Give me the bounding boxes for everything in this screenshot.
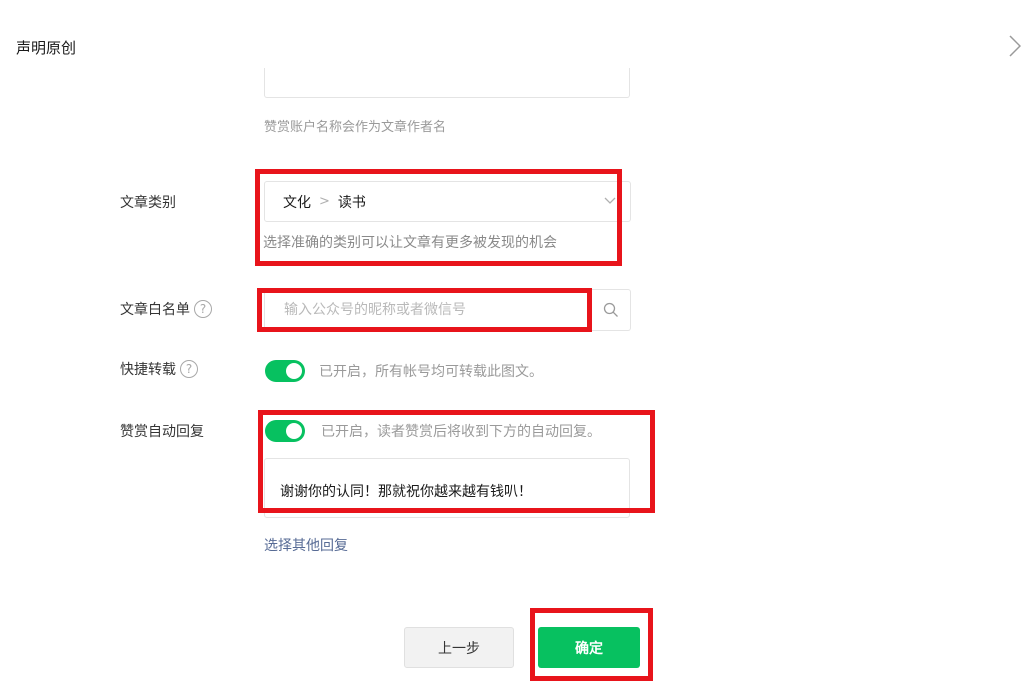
whitelist-label-text: 文章白名单 <box>120 302 190 318</box>
category-label-text: 文章类别 <box>120 195 176 211</box>
whitelist-label: 文章白名单 ? <box>120 299 212 319</box>
original-declaration-dialog: 声明原创 赞赏账户名称会作为文章作者名 文章类别 文化 > 读书 选择准确的类别… <box>0 0 1021 681</box>
reward-account-input[interactable] <box>264 68 630 98</box>
category-secondary: 读书 <box>337 194 366 211</box>
search-button[interactable] <box>592 289 631 331</box>
page-title: 声明原创 <box>16 39 77 57</box>
auto-reply-message[interactable]: 谢谢你的认同！那就祝你越来越有钱叭！ <box>264 458 630 518</box>
confirm-button[interactable]: 确定 <box>538 627 640 668</box>
category-select[interactable]: 文化 > 读书 <box>264 181 631 222</box>
category-label: 文章类别 <box>120 192 176 212</box>
search-icon <box>603 302 618 317</box>
auto-reply-label: 赞赏自动回复 <box>120 421 204 441</box>
previous-step-button[interactable]: 上一步 <box>404 627 514 668</box>
quick-repost-status: 已开启，所有帐号均可转载此图文。 <box>319 364 543 380</box>
auto-reply-toggle[interactable] <box>265 420 305 442</box>
category-hint: 选择准确的类别可以让文章有更多被发现的机会 <box>263 235 557 251</box>
help-icon[interactable]: ? <box>194 300 212 318</box>
auto-reply-message-text: 谢谢你的认同！那就祝你越来越有钱叭！ <box>280 484 532 500</box>
choose-other-reply-link[interactable]: 选择其他回复 <box>264 535 348 555</box>
auto-reply-label-text: 赞赏自动回复 <box>120 424 204 440</box>
category-primary: 文化 <box>283 194 311 211</box>
whitelist-search-input[interactable] <box>264 289 592 331</box>
chevron-down-icon <box>604 197 616 204</box>
category-separator: > <box>319 194 330 209</box>
reward-account-hint: 赞赏账户名称会作为文章作者名 <box>264 120 447 135</box>
auto-reply-status: 已开启，读者赞赏后将收到下方的自动回复。 <box>321 424 601 440</box>
help-icon[interactable]: ? <box>180 360 198 378</box>
quick-repost-label: 快捷转载 ? <box>120 359 198 379</box>
chevron-right-icon[interactable] <box>1008 34 1021 58</box>
quick-repost-toggle[interactable] <box>265 360 305 382</box>
quick-repost-label-text: 快捷转载 <box>120 362 176 378</box>
